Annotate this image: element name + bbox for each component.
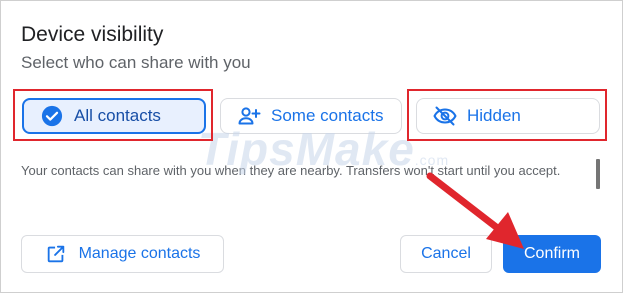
cancel-button[interactable]: Cancel <box>400 235 492 273</box>
person-add-icon <box>237 104 261 128</box>
dialog-subtitle: Select who can share with you <box>21 53 251 72</box>
visibility-description: Your contacts can share with you when th… <box>21 163 561 178</box>
all-contacts-label: All contacts <box>74 106 161 125</box>
confirm-button[interactable]: Confirm <box>503 235 601 273</box>
scrollbar[interactable] <box>596 159 600 189</box>
device-visibility-dialog: Device visibility Select who can share w… <box>0 0 623 293</box>
some-contacts-label: Some contacts <box>271 106 384 125</box>
dialog-title: Device visibility <box>21 23 164 46</box>
open-in-new-icon <box>45 243 67 265</box>
eye-off-icon <box>433 104 457 128</box>
manage-contacts-label: Manage contacts <box>78 245 201 262</box>
check-circle-icon <box>40 104 64 128</box>
hidden-option[interactable]: Hidden <box>416 98 600 134</box>
manage-contacts-button[interactable]: Manage contacts <box>21 235 224 273</box>
all-contacts-option[interactable]: All contacts <box>22 98 206 134</box>
hidden-label: Hidden <box>467 106 521 125</box>
some-contacts-option[interactable]: Some contacts <box>220 98 402 134</box>
